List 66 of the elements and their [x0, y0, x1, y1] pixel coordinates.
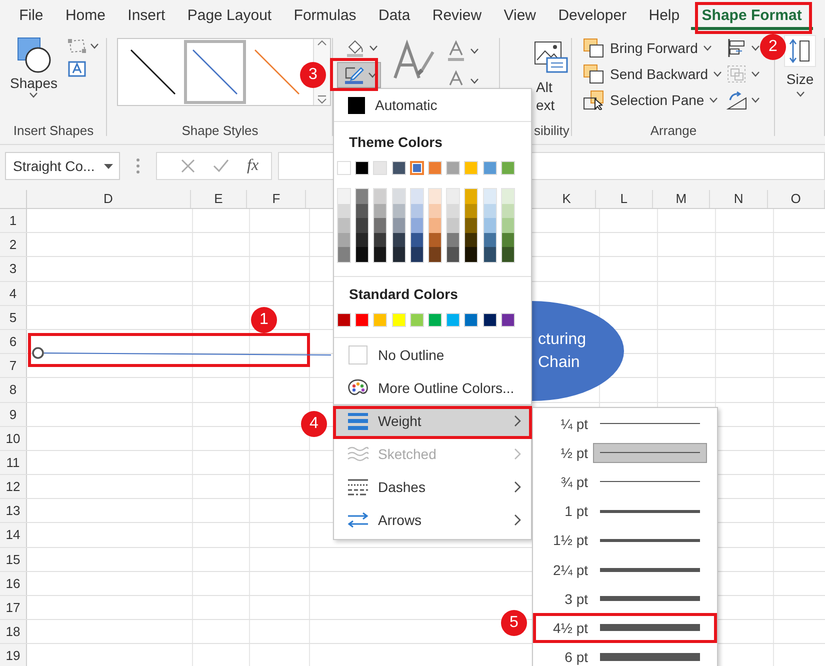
- ribbon-tab[interactable]: Home: [54, 0, 117, 30]
- shapes-button[interactable]: Shapes: [10, 36, 58, 116]
- column-header[interactable]: K: [538, 190, 596, 208]
- row-header[interactable]: 8: [0, 378, 27, 402]
- dashes-menu-item[interactable]: Dashes: [334, 470, 531, 503]
- row-header[interactable]: 1: [0, 209, 27, 232]
- ribbon-tab[interactable]: Formulas: [282, 0, 368, 30]
- line-weight-option[interactable]: 1 pt: [533, 496, 717, 526]
- row-header[interactable]: 5: [0, 306, 27, 329]
- line-weight-option[interactable]: ¼ pt: [533, 409, 717, 438]
- row-header[interactable]: 13: [0, 499, 27, 522]
- ribbon-tab[interactable]: Review: [421, 0, 493, 30]
- arrange-button[interactable]: Send Backward: [583, 61, 722, 87]
- row-header[interactable]: 10: [0, 426, 27, 450]
- no-outline-menu-item[interactable]: No Outline: [334, 338, 531, 371]
- column-header[interactable]: N: [710, 190, 768, 208]
- ribbon-tab[interactable]: File: [8, 0, 54, 30]
- name-box[interactable]: Straight Co...: [5, 152, 120, 180]
- line-weight-option[interactable]: ¾ pt: [533, 467, 717, 497]
- column-header[interactable]: D: [26, 190, 191, 208]
- row-header[interactable]: 18: [0, 620, 27, 644]
- column-header[interactable]: M: [653, 190, 710, 208]
- line-weight-option[interactable]: ½ pt: [533, 438, 717, 468]
- size-button[interactable]: Size: [784, 35, 816, 144]
- arrange-button[interactable]: Bring Forward: [583, 35, 722, 61]
- line-weight-option[interactable]: 6 pt: [533, 642, 717, 666]
- arrange-button[interactable]: Selection Pane: [583, 87, 722, 113]
- line-weight-option[interactable]: 1½ pt: [533, 526, 717, 555]
- row-header[interactable]: 16: [0, 572, 27, 595]
- ribbon-tab[interactable]: Data: [367, 0, 422, 30]
- ribbon-tab[interactable]: Developer: [547, 0, 638, 30]
- row-header[interactable]: 11: [0, 450, 27, 474]
- ribbon-tab[interactable]: Page Layout: [176, 0, 283, 30]
- row-header[interactable]: 12: [0, 475, 27, 498]
- column-header[interactable]: F: [247, 190, 306, 208]
- line-weight-option[interactable]: 4½ pt: [533, 613, 717, 642]
- column-header[interactable]: O: [768, 190, 825, 208]
- row-header[interactable]: 7: [0, 354, 27, 378]
- section-heading: Standard Colors: [348, 284, 459, 302]
- more-colors-menu-item[interactable]: More Outline Colors...: [334, 370, 531, 404]
- line-weight-option[interactable]: 3 pt: [533, 584, 717, 614]
- row-header[interactable]: 4: [0, 282, 27, 305]
- ribbon-tab[interactable]: View: [492, 0, 548, 30]
- row-header[interactable]: 19: [0, 644, 27, 666]
- row-header[interactable]: 14: [0, 523, 27, 547]
- row-header[interactable]: 2: [0, 233, 27, 256]
- group-label: Shape Styles: [180, 122, 260, 140]
- line-weight-option[interactable]: 2¼ pt: [533, 554, 717, 584]
- automatic-color-option[interactable]: Automatic: [334, 89, 531, 122]
- group-label: Arrange: [649, 122, 698, 140]
- column-header[interactable]: L: [596, 190, 654, 208]
- row-header[interactable]: 6: [0, 330, 27, 354]
- group-label: sibility: [533, 122, 570, 140]
- row-header[interactable]: 17: [0, 596, 27, 620]
- group-label: Insert Shapes: [12, 122, 95, 140]
- alt-text-button[interactable]: Alt ext: [533, 40, 569, 114]
- row-header[interactable]: 3: [0, 257, 27, 281]
- insert-function-button[interactable]: fx: [247, 157, 259, 175]
- column-header[interactable]: E: [190, 190, 248, 208]
- ribbon-tab[interactable]: Shape Format: [690, 0, 813, 30]
- arrows-menu-item[interactable]: Arrows: [334, 502, 531, 536]
- row-header[interactable]: 9: [0, 402, 27, 426]
- section-heading: Theme Colors: [348, 133, 444, 150]
- row-header[interactable]: 15: [0, 548, 27, 571]
- ribbon-tab[interactable]: Help: [638, 0, 691, 30]
- ribbon-tab[interactable]: Insert: [116, 0, 176, 30]
